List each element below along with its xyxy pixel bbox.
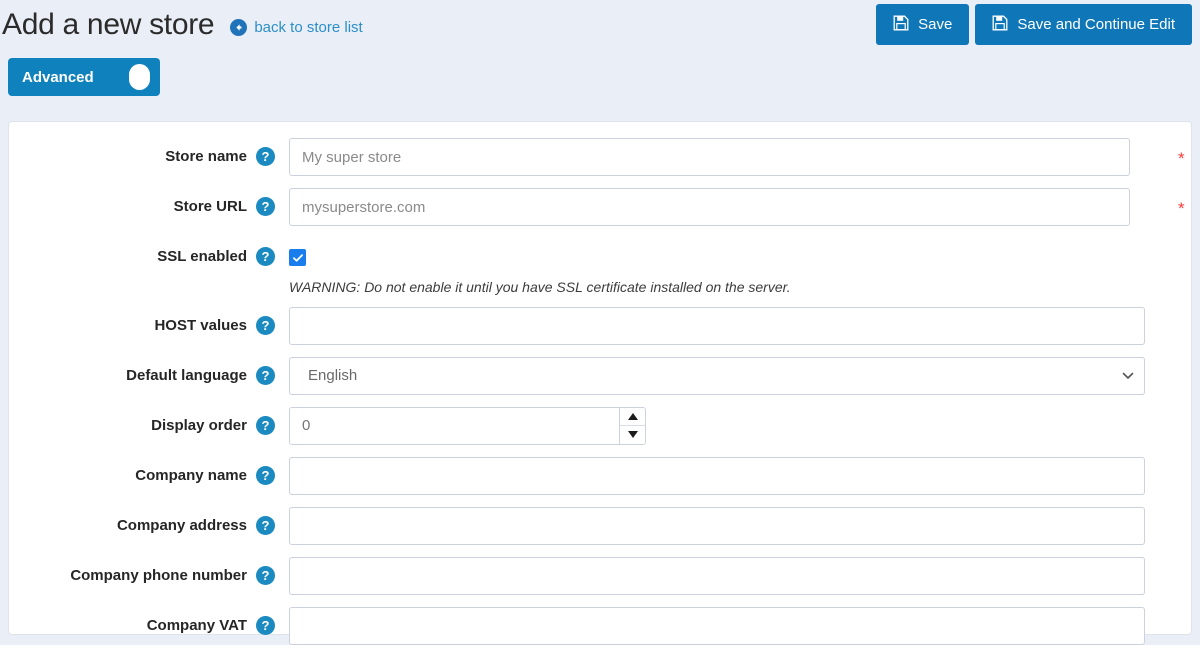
label-host-values: HOST values ? — [9, 307, 289, 335]
advanced-toggle-row: Advanced — [0, 50, 1200, 112]
advanced-toggle[interactable]: Advanced — [8, 58, 160, 96]
page-title: Add a new store — [2, 10, 214, 40]
label-store-url: Store URL ? — [9, 188, 289, 216]
label-company-phone-number: Company phone number ? — [9, 557, 289, 585]
help-icon[interactable]: ? — [256, 416, 275, 435]
company-vat-input[interactable] — [289, 607, 1145, 645]
control-company-vat — [289, 607, 1191, 645]
form-row-company-address: Company address ? — [9, 507, 1191, 545]
form-row-company-vat: Company VAT ? — [9, 607, 1191, 645]
form-row-display-order: Display order ? — [9, 407, 1191, 445]
host-values-input[interactable] — [289, 307, 1145, 345]
form-row-default-language: Default language ? English — [9, 357, 1191, 395]
field-label: Default language — [126, 367, 247, 384]
required-marker: * — [1178, 150, 1185, 167]
stepper-up-button[interactable] — [620, 408, 645, 427]
help-icon[interactable]: ? — [256, 566, 275, 585]
label-display-order: Display order ? — [9, 407, 289, 435]
store-url-input[interactable] — [289, 188, 1130, 226]
company-phone-number-input[interactable] — [289, 557, 1145, 595]
form-row-store-name: Store name ? * — [9, 138, 1191, 176]
help-icon[interactable]: ? — [256, 466, 275, 485]
form-row-company-name: Company name ? — [9, 457, 1191, 495]
control-display-order — [289, 407, 1191, 445]
required-marker: * — [1178, 200, 1185, 217]
control-store-name — [289, 138, 1191, 176]
save-button[interactable]: Save — [876, 4, 969, 45]
label-ssl-enabled: SSL enabled ? — [9, 238, 289, 266]
help-icon[interactable]: ? — [256, 366, 275, 385]
form-row-ssl-enabled: SSL enabled ? WARNING: Do not enable it … — [9, 238, 1191, 295]
form-row-store-url: Store URL ? * — [9, 188, 1191, 226]
advanced-toggle-label: Advanced — [22, 69, 94, 86]
help-icon[interactable]: ? — [256, 616, 275, 635]
form-row-host-values: HOST values ? — [9, 307, 1191, 345]
back-to-store-list-link[interactable]: back to store list — [230, 14, 362, 36]
stepper-down-button[interactable] — [620, 426, 645, 444]
label-company-address: Company address ? — [9, 507, 289, 535]
field-label: Company address — [117, 517, 247, 534]
field-label: Company VAT — [147, 617, 247, 634]
company-name-input[interactable] — [289, 457, 1145, 495]
ssl-enabled-checkbox[interactable] — [289, 249, 306, 266]
field-label: Company name — [135, 467, 247, 484]
field-label: HOST values — [154, 317, 247, 334]
triangle-up-icon — [628, 413, 638, 420]
help-icon[interactable]: ? — [256, 316, 275, 335]
control-company-phone-number — [289, 557, 1191, 595]
stepper-buttons — [619, 408, 645, 444]
page-header: Add a new store back to store list Save — [0, 0, 1200, 50]
label-company-name: Company name ? — [9, 457, 289, 485]
back-link-label: back to store list — [254, 19, 362, 36]
field-label: Display order — [151, 417, 247, 434]
field-label: Store name — [165, 148, 247, 165]
arrow-left-circle-icon — [230, 19, 247, 36]
control-company-name — [289, 457, 1191, 495]
save-and-continue-edit-button[interactable]: Save and Continue Edit — [975, 4, 1192, 45]
company-address-input[interactable] — [289, 507, 1145, 545]
control-ssl-enabled: WARNING: Do not enable it until you have… — [289, 238, 1191, 295]
label-store-name: Store name ? — [9, 138, 289, 166]
help-icon[interactable]: ? — [256, 147, 275, 166]
control-store-url — [289, 188, 1191, 226]
control-host-values — [289, 307, 1191, 345]
help-icon[interactable]: ? — [256, 516, 275, 535]
label-company-vat: Company VAT ? — [9, 607, 289, 635]
save-and-continue-edit-label: Save and Continue Edit — [1017, 16, 1175, 33]
default-language-select[interactable]: English — [289, 357, 1145, 395]
store-form-panel: Store name ? * Store URL ? * SSL enabled… — [8, 121, 1192, 635]
save-button-label: Save — [918, 16, 952, 33]
help-icon[interactable]: ? — [256, 247, 275, 266]
display-order-stepper[interactable] — [289, 407, 646, 445]
display-order-input[interactable] — [290, 408, 619, 444]
header-actions: Save Save and Continue Edit — [876, 4, 1192, 45]
ssl-warning-text: WARNING: Do not enable it until you have… — [289, 279, 1191, 295]
form-row-company-phone-number: Company phone number ? — [9, 557, 1191, 595]
triangle-down-icon — [628, 431, 638, 438]
help-icon[interactable]: ? — [256, 197, 275, 216]
control-default-language: English — [289, 357, 1191, 395]
field-label: Company phone number — [70, 567, 247, 584]
save-floppy-icon — [992, 15, 1008, 35]
store-name-input[interactable] — [289, 138, 1130, 176]
control-company-address — [289, 507, 1191, 545]
save-floppy-icon — [893, 15, 909, 35]
field-label: SSL enabled — [157, 248, 247, 265]
field-label: Store URL — [174, 198, 247, 215]
label-default-language: Default language ? — [9, 357, 289, 385]
toggle-knob[interactable] — [129, 64, 150, 90]
